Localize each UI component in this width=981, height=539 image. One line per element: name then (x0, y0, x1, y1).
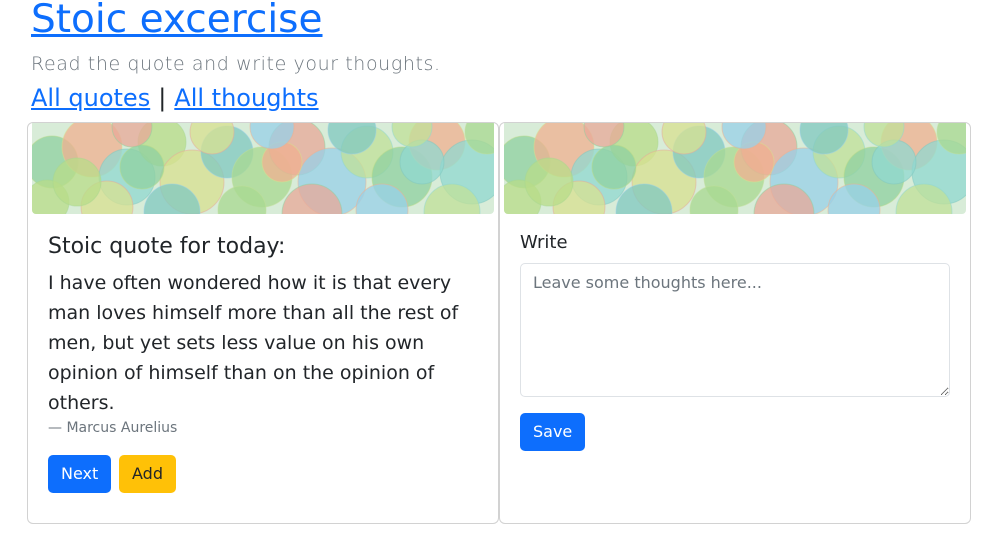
nav-separator: | (158, 84, 167, 112)
all-quotes-link[interactable]: All quotes (31, 84, 150, 112)
quote-author: — Marcus Aurelius (48, 420, 178, 436)
thoughts-textarea[interactable] (520, 263, 950, 397)
save-button[interactable]: Save (520, 413, 586, 451)
write-card: Write Save (499, 122, 971, 524)
quote-card-banner-image (32, 123, 494, 214)
write-card-banner-image (504, 123, 966, 214)
write-label: Write (520, 232, 568, 253)
next-button[interactable]: Next (48, 455, 112, 493)
all-thoughts-link[interactable]: All thoughts (174, 84, 318, 112)
quote-text: I have often wondered how it is that eve… (48, 272, 459, 414)
quote-card: Stoic quote for today: I have often wond… (27, 122, 499, 524)
page-subtitle: Read the quote and write your thoughts. (31, 53, 441, 75)
nav-links: All quotes | All thoughts (31, 83, 319, 113)
add-button[interactable]: Add (119, 455, 176, 493)
quote-card-title: Stoic quote for today: (48, 234, 286, 259)
page-title[interactable]: Stoic excercise (31, 0, 323, 48)
